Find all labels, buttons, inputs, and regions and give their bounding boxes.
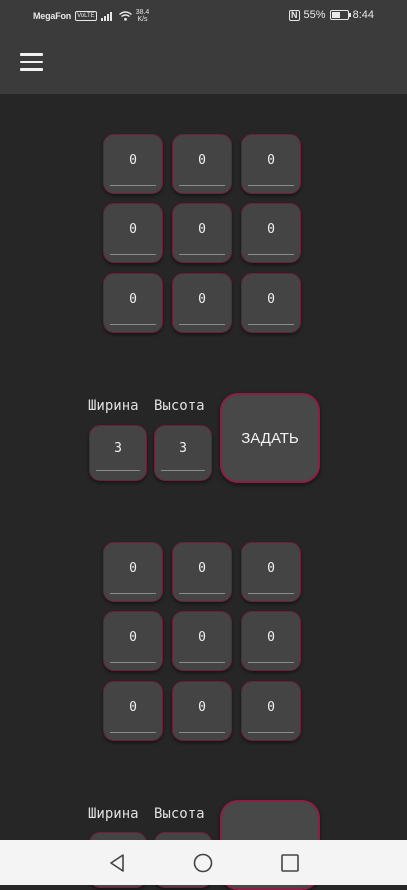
matrix-2-cell[interactable]: 0	[241, 611, 301, 671]
width-label: Ширина	[88, 398, 139, 414]
system-nav-bar	[0, 840, 407, 885]
matrix-1-cell[interactable]: 0	[103, 273, 163, 333]
matrix-1-cell[interactable]: 0	[172, 134, 232, 194]
height-label: Высота	[154, 398, 205, 414]
matrix-1-cell[interactable]: 0	[172, 203, 232, 263]
cell-value: 0	[179, 204, 225, 255]
cell-value: 0	[248, 274, 294, 325]
matrix-2-cell[interactable]: 0	[241, 681, 301, 741]
signal-icon	[100, 12, 112, 21]
wifi-icon	[118, 11, 132, 21]
cell-value: 0	[248, 204, 294, 255]
recents-square-icon[interactable]	[276, 849, 304, 877]
cell-value: 0	[110, 135, 156, 186]
matrix-1-cell[interactable]: 0	[172, 273, 232, 333]
matrix-2-cell[interactable]: 0	[241, 542, 301, 602]
matrix-2-cell[interactable]: 0	[103, 611, 163, 671]
height-value: 3	[161, 426, 205, 471]
set-size-button[interactable]: ЗАДАТЬ	[220, 393, 320, 483]
app-bar	[0, 32, 407, 94]
matrix-1-cell[interactable]: 0	[241, 203, 301, 263]
net-speed: 38.4 K/s	[136, 9, 150, 23]
clock: 8:44	[352, 9, 374, 21]
cell-value: 0	[110, 612, 156, 663]
cell-value: 0	[179, 612, 225, 663]
matrix-1-cell[interactable]: 0	[103, 134, 163, 194]
back-triangle-icon[interactable]	[103, 849, 131, 877]
status-right: N 55% 8:44	[289, 9, 374, 21]
volte-badge: VoLTE	[75, 11, 97, 21]
matrix-2-cell[interactable]: 0	[172, 611, 232, 671]
matrix-2-cell[interactable]: 0	[103, 681, 163, 741]
cell-value: 0	[248, 612, 294, 663]
matrix-2-cell[interactable]: 0	[172, 542, 232, 602]
width-label-2: Ширина	[88, 806, 139, 822]
cell-value: 0	[248, 543, 294, 594]
status-bar: MegaFon VoLTE 38.4 K/s N 55% 8:44	[0, 0, 407, 32]
matrix-2-cell[interactable]: 0	[172, 681, 232, 741]
net-speed-unit: K/s	[137, 16, 148, 23]
cell-value: 0	[110, 204, 156, 255]
net-speed-value: 38.4	[135, 9, 150, 16]
cell-value: 0	[248, 135, 294, 186]
height-input[interactable]: 3	[154, 425, 212, 481]
cell-value: 0	[179, 135, 225, 186]
battery-percent: 55%	[303, 9, 326, 21]
cell-value: 0	[248, 682, 294, 733]
battery-icon	[329, 10, 351, 20]
cell-value: 0	[179, 274, 225, 325]
hamburger-menu-icon[interactable]	[20, 53, 44, 71]
cell-value: 0	[110, 682, 156, 733]
battery-fill	[331, 12, 340, 18]
status-left: MegaFon VoLTE 38.4 K/s	[33, 9, 149, 23]
height-label-2: Высота	[154, 806, 205, 822]
width-value: 3	[96, 426, 140, 471]
cell-value: 0	[179, 682, 225, 733]
cell-value: 0	[110, 274, 156, 325]
cell-value: 0	[179, 543, 225, 594]
home-circle-icon[interactable]	[189, 849, 217, 877]
matrix-1-cell[interactable]: 0	[241, 273, 301, 333]
matrix-1-cell[interactable]: 0	[103, 203, 163, 263]
matrix-1-cell[interactable]: 0	[241, 134, 301, 194]
nfc-icon: N	[289, 9, 300, 21]
matrix-2-cell[interactable]: 0	[103, 542, 163, 602]
cell-value: 0	[110, 543, 156, 594]
width-input[interactable]: 3	[89, 425, 147, 481]
carrier-name: MegaFon	[33, 11, 72, 21]
